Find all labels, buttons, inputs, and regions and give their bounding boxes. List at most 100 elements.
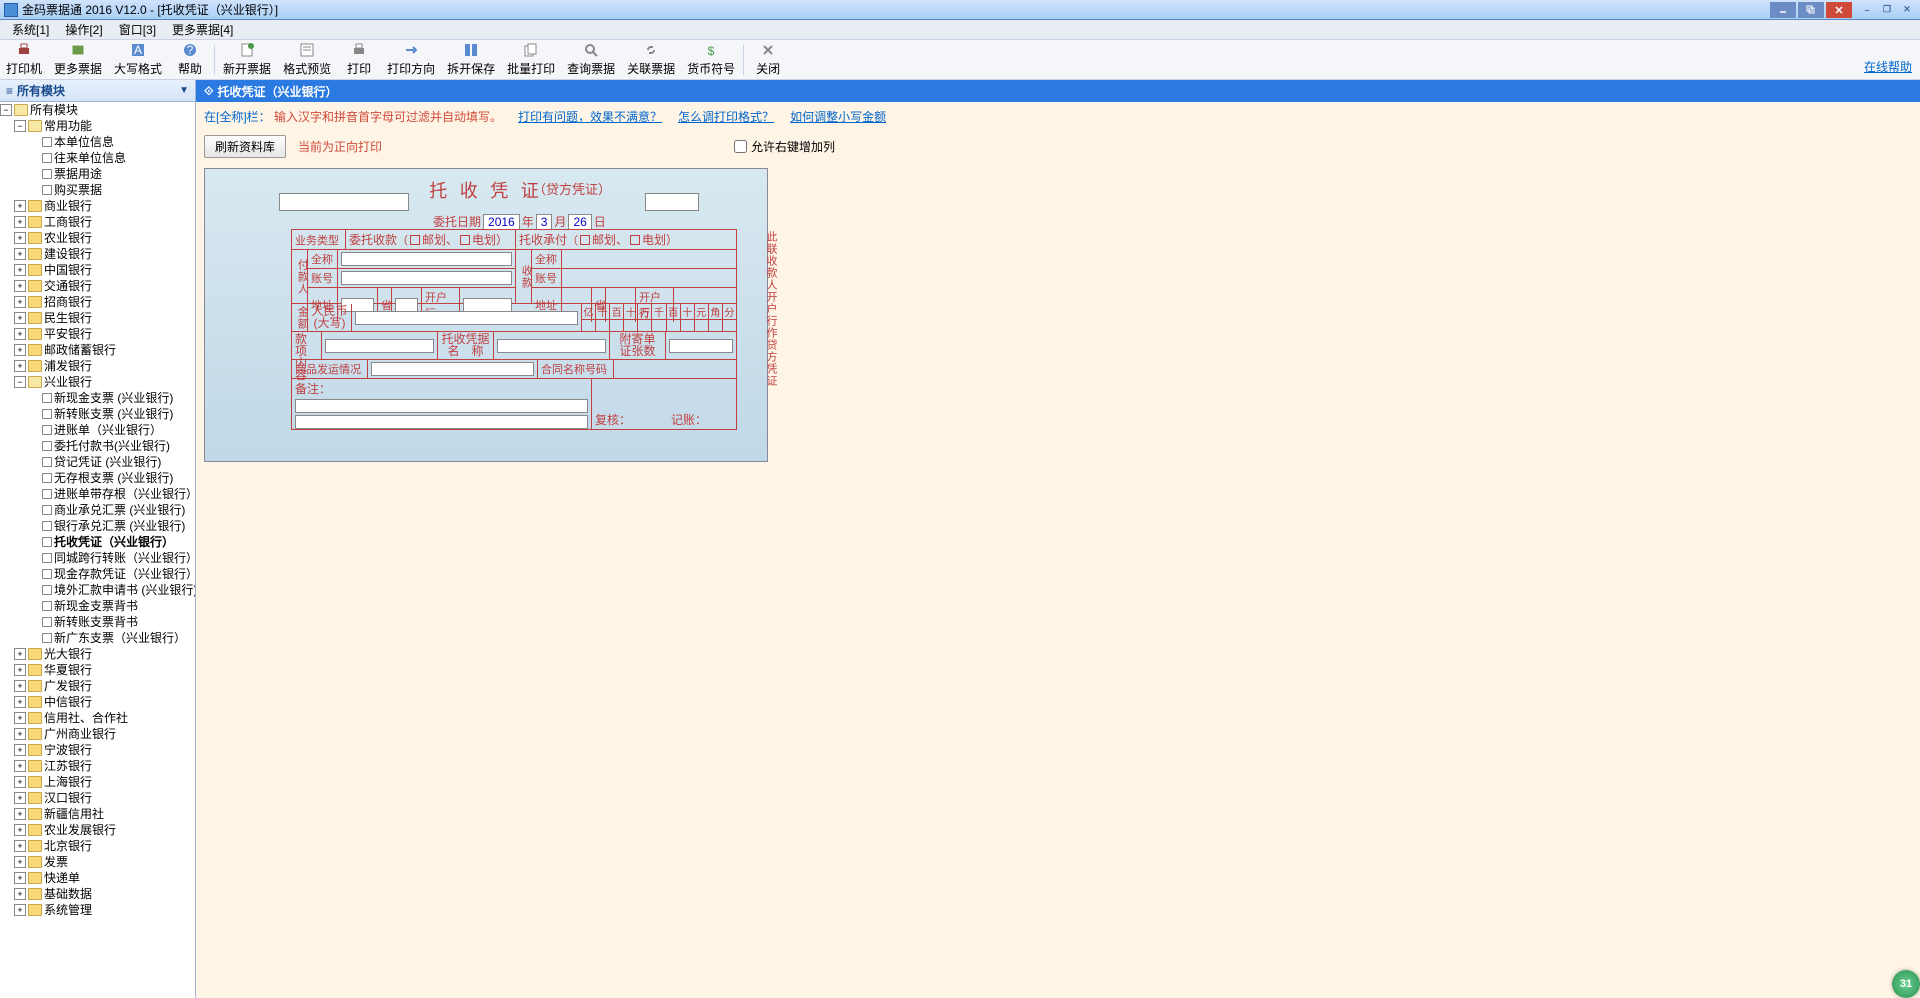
toolbtn-currency[interactable]: $货币符号: [681, 41, 741, 79]
allow-rightclick-checkbox[interactable]: 允许右键增加列: [734, 138, 835, 155]
toolbtn-format[interactable]: A大写格式: [108, 41, 168, 79]
toolbtn-close[interactable]: 关闭: [746, 41, 790, 79]
remark-input2[interactable]: [295, 415, 588, 429]
tree-票据用途[interactable]: 票据用途: [0, 166, 195, 182]
toggle-icon[interactable]: +: [14, 248, 26, 260]
tree-无存根支票 (兴业银行)[interactable]: 无存根支票 (兴业银行): [0, 470, 195, 486]
tree-上海银行[interactable]: +上海银行: [0, 774, 195, 790]
tree-本单位信息[interactable]: 本单位信息: [0, 134, 195, 150]
checkbox-wire1[interactable]: [460, 235, 470, 245]
tree-中信银行[interactable]: +中信银行: [0, 694, 195, 710]
toolbtn-search[interactable]: 查询票据: [561, 41, 621, 79]
toolbtn-printer[interactable]: 打印机: [0, 41, 48, 79]
dropdown-icon[interactable]: ▼: [179, 85, 189, 96]
menu-更多票据[4][interactable]: 更多票据[4]: [164, 19, 241, 40]
tree-境外汇款申请书 (兴业银行)[interactable]: 境外汇款申请书 (兴业银行): [0, 582, 195, 598]
online-help-link[interactable]: 在线帮助: [1864, 58, 1912, 75]
toggle-icon[interactable]: +: [14, 664, 26, 676]
toggle-icon[interactable]: +: [14, 280, 26, 292]
tree-现金存款凭证（兴业银行）[interactable]: 现金存款凭证（兴业银行）: [0, 566, 195, 582]
checkbox-mail1[interactable]: [410, 235, 420, 245]
tree-新转账支票背书[interactable]: 新转账支票背书: [0, 614, 195, 630]
tree-光大银行[interactable]: +光大银行: [0, 646, 195, 662]
tree-中国银行[interactable]: +中国银行: [0, 262, 195, 278]
tree-建设银行[interactable]: +建设银行: [0, 246, 195, 262]
link-print-issue[interactable]: 打印有问题，效果不满意？: [518, 108, 662, 125]
tree-常用功能[interactable]: −常用功能: [0, 118, 195, 134]
toggle-icon[interactable]: +: [14, 200, 26, 212]
toggle-icon[interactable]: +: [14, 824, 26, 836]
tree-新现金支票背书[interactable]: 新现金支票背书: [0, 598, 195, 614]
toggle-icon[interactable]: +: [14, 840, 26, 852]
toggle-icon[interactable]: +: [14, 904, 26, 916]
tree-购买票据[interactable]: 购买票据: [0, 182, 195, 198]
tree-系统管理[interactable]: +系统管理: [0, 902, 195, 918]
tree-委托付款书(兴业银行)[interactable]: 委托付款书(兴业银行): [0, 438, 195, 454]
toggle-icon[interactable]: +: [14, 776, 26, 788]
toggle-icon[interactable]: −: [0, 104, 12, 116]
input-top-right[interactable]: [645, 193, 699, 211]
payer-name-input[interactable]: [341, 252, 512, 266]
tree-快递单[interactable]: +快递单: [0, 870, 195, 886]
tree-商业承兑汇票 (兴业银行)[interactable]: 商业承兑汇票 (兴业银行): [0, 502, 195, 518]
tree-平安银行[interactable]: +平安银行: [0, 326, 195, 342]
toggle-icon[interactable]: +: [14, 312, 26, 324]
maximize-button[interactable]: [1798, 2, 1824, 18]
year-value[interactable]: 2016: [483, 214, 520, 230]
mdi-min-button[interactable]: –: [1858, 3, 1876, 17]
toggle-icon[interactable]: +: [14, 680, 26, 692]
day-value[interactable]: 26: [568, 214, 591, 230]
toggle-icon[interactable]: +: [14, 888, 26, 900]
toggle-icon[interactable]: +: [14, 712, 26, 724]
toolbtn-split[interactable]: 拆开保存: [441, 41, 501, 79]
toolbtn-batch[interactable]: 批量打印: [501, 41, 561, 79]
tree-进账单（兴业银行）[interactable]: 进账单（兴业银行）: [0, 422, 195, 438]
toolbtn-link[interactable]: 关联票据: [621, 41, 681, 79]
checkbox-mail2[interactable]: [580, 235, 590, 245]
link-adjust-amount[interactable]: 如何调整小写金额: [790, 108, 886, 125]
toggle-icon[interactable]: +: [14, 856, 26, 868]
sidebar-header[interactable]: ≡ 所有模块 ▼: [0, 80, 195, 102]
toggle-icon[interactable]: +: [14, 696, 26, 708]
tree-民生银行[interactable]: +民生银行: [0, 310, 195, 326]
tree-托收凭证（兴业银行）[interactable]: 托收凭证（兴业银行）: [0, 534, 195, 550]
toggle-icon[interactable]: +: [14, 344, 26, 356]
toggle-icon[interactable]: −: [14, 376, 26, 388]
tree-新现金支票 (兴业银行)[interactable]: 新现金支票 (兴业银行): [0, 390, 195, 406]
tree-邮政储蓄银行[interactable]: +邮政储蓄银行: [0, 342, 195, 358]
tree-进账单带存根（兴业银行）[interactable]: 进账单带存根（兴业银行）: [0, 486, 195, 502]
toggle-icon[interactable]: +: [14, 760, 26, 772]
tree-发票[interactable]: +发票: [0, 854, 195, 870]
tree-所有模块[interactable]: −所有模块: [0, 102, 195, 118]
mdi-restore-button[interactable]: ❐: [1878, 3, 1896, 17]
tree-银行承兑汇票 (兴业银行)[interactable]: 银行承兑汇票 (兴业银行): [0, 518, 195, 534]
tree-农业发展银行[interactable]: +农业发展银行: [0, 822, 195, 838]
toggle-icon[interactable]: +: [14, 872, 26, 884]
menu-操作[2][interactable]: 操作[2]: [57, 19, 110, 40]
toggle-icon[interactable]: +: [14, 744, 26, 756]
tree-新广东支票（兴业银行）[interactable]: 新广东支票（兴业银行）: [0, 630, 195, 646]
close-button[interactable]: [1826, 2, 1852, 18]
checkbox-wire2[interactable]: [630, 235, 640, 245]
toggle-icon[interactable]: +: [14, 808, 26, 820]
tree-同城跨行转账（兴业银行）[interactable]: 同城跨行转账（兴业银行）: [0, 550, 195, 566]
tree-招商银行[interactable]: +招商银行: [0, 294, 195, 310]
tree-商业银行[interactable]: +商业银行: [0, 198, 195, 214]
tree-广发银行[interactable]: +广发银行: [0, 678, 195, 694]
tree-北京银行[interactable]: +北京银行: [0, 838, 195, 854]
toggle-icon[interactable]: −: [14, 120, 26, 132]
tree-新转账支票 (兴业银行)[interactable]: 新转账支票 (兴业银行): [0, 406, 195, 422]
attach-input[interactable]: [669, 339, 733, 353]
tree-浦发银行[interactable]: +浦发银行: [0, 358, 195, 374]
tree-农业银行[interactable]: +农业银行: [0, 230, 195, 246]
menu-窗口[3][interactable]: 窗口[3]: [111, 19, 164, 40]
goods-input[interactable]: [371, 362, 534, 376]
input-top-left[interactable]: [279, 193, 409, 211]
tree-贷记凭证 (兴业银行)[interactable]: 贷记凭证 (兴业银行): [0, 454, 195, 470]
tree-宁波银行[interactable]: +宁波银行: [0, 742, 195, 758]
menu-系统[1][interactable]: 系统[1]: [4, 19, 57, 40]
toolbtn-more[interactable]: 更多票据: [48, 41, 108, 79]
toolbtn-preview[interactable]: 格式预览: [277, 41, 337, 79]
item-input[interactable]: [325, 339, 434, 353]
toolbtn-help[interactable]: ?帮助: [168, 41, 212, 79]
